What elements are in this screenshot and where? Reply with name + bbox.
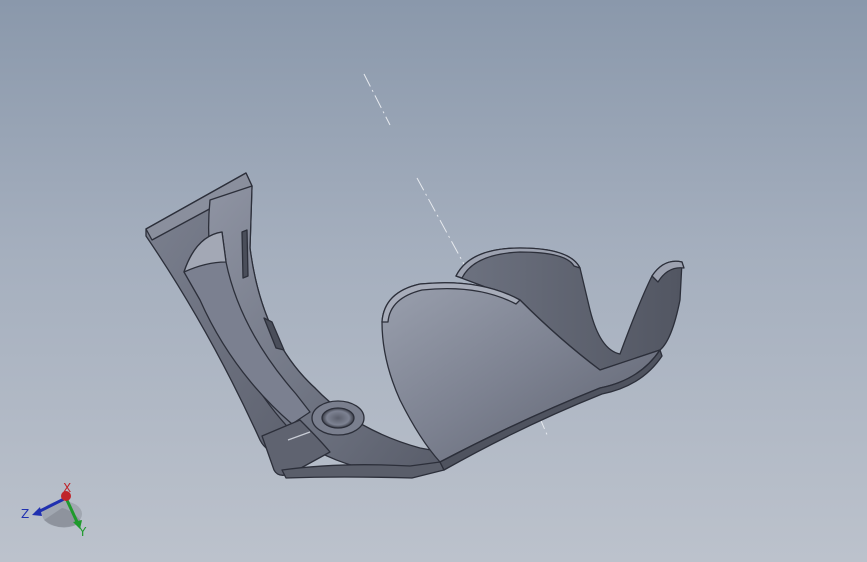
z-axis-arrow bbox=[32, 507, 42, 516]
right-cup[interactable] bbox=[381, 247, 685, 471]
graphics-viewport[interactable]: Z Y X bbox=[0, 0, 867, 562]
y-axis-label: Y bbox=[78, 525, 87, 539]
cup-front-face bbox=[381, 282, 661, 463]
slot-upper bbox=[241, 229, 249, 279]
orientation-triad[interactable]: Z Y X bbox=[21, 481, 87, 539]
screw-hole bbox=[321, 407, 355, 429]
x-axis-label: X bbox=[63, 481, 71, 495]
z-axis-label: Z bbox=[21, 507, 29, 521]
model-view[interactable]: Z Y X bbox=[0, 0, 867, 562]
